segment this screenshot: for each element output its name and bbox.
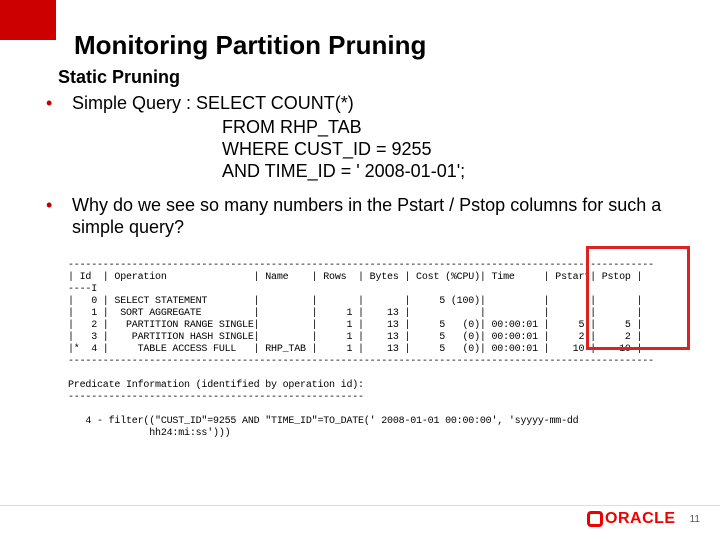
slide-title: Monitoring Partition Pruning bbox=[74, 30, 700, 61]
predicate-sep: ----------------------------------------… bbox=[68, 392, 364, 403]
oracle-o-icon bbox=[587, 511, 603, 527]
oracle-logo-text: ORACLE bbox=[605, 510, 676, 528]
plan-row-1: | 1 | SORT AGGREGATE | | 1 | 13 | | | | … bbox=[68, 308, 642, 319]
sql-line-3: WHERE CUST_ID = 9255 bbox=[222, 138, 700, 160]
bullet-1: • Simple Query : SELECT COUNT(*) bbox=[58, 92, 700, 114]
sql-line-1: SELECT COUNT(*) bbox=[196, 93, 354, 113]
slide-content: Monitoring Partition Pruning Static Prun… bbox=[58, 30, 700, 464]
bullet-1-prefix: Simple Query : bbox=[72, 93, 196, 113]
plan-header-row: | Id | Operation | Name | Rows | Bytes |… bbox=[68, 272, 642, 283]
predicate-line-1: 4 - filter(("CUST_ID"=9255 AND "TIME_ID"… bbox=[68, 416, 579, 427]
plan-row-2: | 2 | PARTITION RANGE SINGLE| | 1 | 13 |… bbox=[68, 320, 642, 331]
execution-plan: ----------------------------------------… bbox=[68, 248, 700, 464]
bullet-2-body: Why do we see so many numbers in the Pst… bbox=[72, 194, 700, 238]
plan-sep-marker: ----I bbox=[68, 284, 97, 295]
page-number: 11 bbox=[690, 514, 700, 525]
slide-subtitle: Static Pruning bbox=[58, 67, 700, 88]
plan-sep-top: ----------------------------------------… bbox=[68, 260, 654, 271]
sql-line-2: FROM RHP_TAB bbox=[222, 116, 700, 138]
bullet-2: • Why do we see so many numbers in the P… bbox=[58, 194, 700, 238]
plan-sep-bottom: ----------------------------------------… bbox=[68, 356, 654, 367]
predicate-header: Predicate Information (identified by ope… bbox=[68, 380, 364, 391]
brand-red-block bbox=[0, 0, 56, 40]
slide-footer: ORACLE 11 bbox=[587, 510, 700, 528]
footer-divider bbox=[0, 505, 720, 506]
bullet-1-body: Simple Query : SELECT COUNT(*) bbox=[72, 92, 700, 114]
plan-row-4: |* 4 | TABLE ACCESS FULL | RHP_TAB | 1 |… bbox=[68, 344, 642, 355]
oracle-logo: ORACLE bbox=[587, 510, 676, 528]
plan-row-0: | 0 | SELECT STATEMENT | | | | 5 (100)| … bbox=[68, 296, 642, 307]
bullet-dot-icon: • bbox=[46, 92, 60, 114]
plan-row-3: | 3 | PARTITION HASH SINGLE| | 1 | 13 | … bbox=[68, 332, 642, 343]
sql-line-4: AND TIME_ID = ' 2008-01-01'; bbox=[222, 160, 700, 182]
predicate-line-2: hh24:mi:ss'))) bbox=[68, 428, 230, 439]
bullet-dot-icon: • bbox=[46, 194, 60, 216]
